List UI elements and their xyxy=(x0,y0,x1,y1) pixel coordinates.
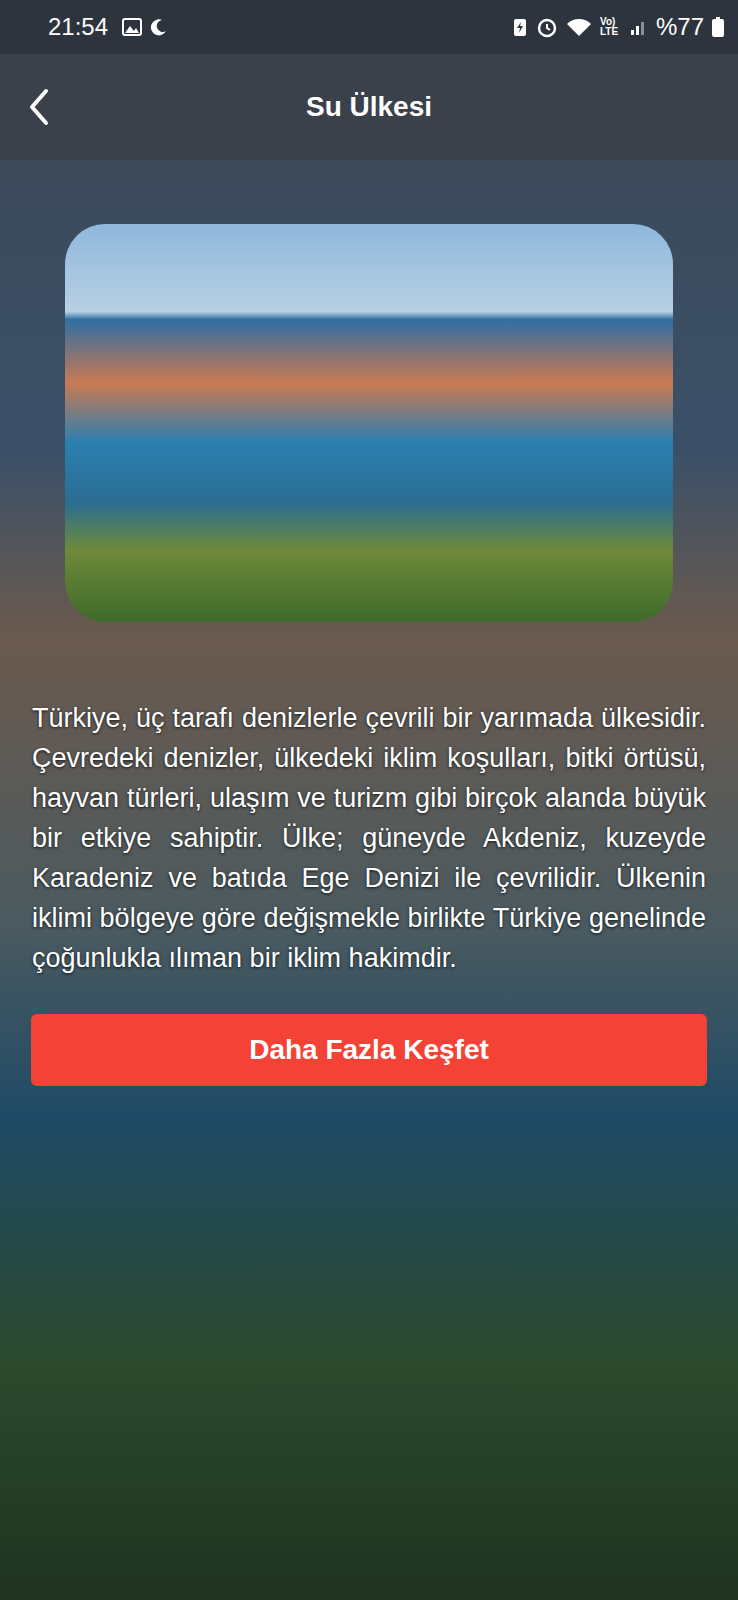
page-title: Su Ülkesi xyxy=(306,91,432,123)
moon-icon xyxy=(150,18,168,36)
gallery-icon xyxy=(122,18,142,36)
header-bar: Su Ülkesi xyxy=(0,54,738,160)
wifi-icon xyxy=(566,17,592,37)
back-arrow-icon xyxy=(26,87,52,127)
battery-label: %77 xyxy=(656,13,704,41)
description-text: Türkiye, üç tarafı denizlerle çevrili bi… xyxy=(32,698,706,978)
status-bar: 21:54 Vo) LTE %77 xyxy=(0,0,738,54)
battery-icon xyxy=(712,17,724,37)
screen: 21:54 Vo) LTE %77 Su Ülkesi Türkiye, üç tara… xyxy=(0,0,738,1600)
content: Türkiye, üç tarafı denizlerle çevrili bi… xyxy=(0,160,738,1126)
hero-image xyxy=(65,224,673,622)
clock: 21:54 xyxy=(48,13,108,41)
explore-button[interactable]: Daha Fazla Keşfet xyxy=(31,1014,707,1086)
back-button[interactable] xyxy=(26,87,52,127)
signal-icon xyxy=(630,18,648,36)
network-label: Vo) LTE xyxy=(600,17,622,37)
alarm-icon xyxy=(536,16,558,38)
battery-saver-icon xyxy=(512,17,528,37)
